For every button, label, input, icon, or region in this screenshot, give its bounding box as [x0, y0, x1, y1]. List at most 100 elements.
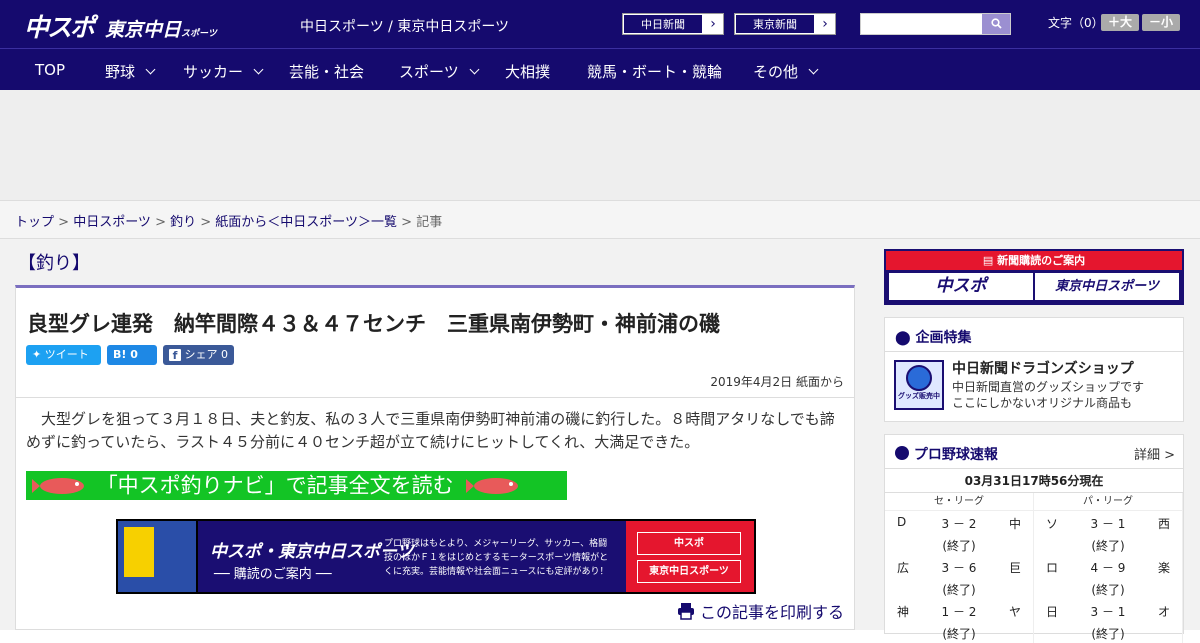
subscription-header: ▤ 新聞購読のご案内 [886, 251, 1182, 270]
feature-title: 企画特集 [915, 330, 972, 346]
central-games: D3 － 2 中 (終了) 広3 － 6 巨 (終了) 神1 － 2 ヤ (終了) [885, 511, 1034, 643]
breadcrumb-separator: > [397, 215, 417, 230]
away-team: 巨 [1008, 561, 1021, 575]
site-logo[interactable]: 中スポ 東京中日スポーツ [24, 8, 217, 44]
nav-label: 野球 [105, 63, 136, 81]
chevron-down-icon [808, 64, 819, 75]
nav-item-soccer[interactable]: サッカー [183, 61, 264, 82]
article-body: 大型グレを狙って３月１８日、夫と釣友、私の３人で三重県南伊勢町神前浦の磯に釣行し… [15, 398, 855, 630]
dragons-shop-image[interactable]: グッズ販売中 [894, 360, 944, 410]
nav-label: 競馬・ボート・競輪 [587, 63, 723, 81]
ribbon-icon: ⬤ [895, 330, 911, 346]
nav-label: サッカー [183, 63, 244, 81]
game-row[interactable]: ロ4 － 9 楽 (終了) [1034, 555, 1182, 599]
nav-label: 大相撲 [505, 63, 551, 81]
games-grid: D3 － 2 中 (終了) 広3 － 6 巨 (終了) 神1 － 2 ヤ (終了) ソ3 －… [885, 511, 1183, 643]
baseball-scores-box: プロ野球速報 詳細 > 03月31日17時56分現在 セ・リーグ パ・リーグ D3 … [884, 434, 1184, 643]
mascot-icon [906, 365, 932, 391]
nav-label: TOP [35, 61, 66, 79]
league-headers: セ・リーグ パ・リーグ [885, 493, 1183, 511]
search-box [860, 13, 1011, 35]
pacific-league-label: パ・リーグ [1034, 493, 1183, 510]
newspaper-image [124, 527, 154, 577]
search-input[interactable] [863, 15, 981, 33]
game-row[interactable]: 広3 － 6 巨 (終了) [885, 555, 1033, 599]
nav-label: その他 [753, 63, 799, 81]
subscribe-tokyo-button[interactable]: 東京中日スポーツ [1035, 273, 1179, 300]
game-row[interactable]: D3 － 2 中 (終了) [885, 511, 1033, 555]
breadcrumb-separator: > [150, 215, 171, 230]
search-button[interactable] [982, 14, 1010, 34]
ad-area [0, 90, 1200, 200]
breadcrumb-current: 記事 [416, 215, 443, 230]
away-team: 楽 [1157, 561, 1170, 575]
fishing-navi-link[interactable]: 「中スポ釣りナビ」で記事全文を読む [26, 471, 567, 500]
tweet-button[interactable]: ✦ ツイート [26, 345, 101, 365]
font-size-down-button[interactable]: －小 [1142, 14, 1180, 31]
subscription-banner[interactable]: 中スポ・東京中日スポーツ ── 購読のご案内 ── プロ野球はもとより、メジャー… [116, 519, 756, 594]
breadcrumb-separator: > [54, 215, 74, 230]
breadcrumb-link-fishing[interactable]: 釣り [170, 215, 196, 230]
game-row[interactable]: 日3 － 1 オ (終了) [1034, 599, 1182, 643]
nav-item-top[interactable]: TOP [35, 61, 65, 79]
subscription-box: ▤ 新聞購読のご案内 中スポ 東京中日スポーツ [884, 249, 1184, 305]
newspaper-icon: ▤ [982, 254, 994, 267]
nav-item-other[interactable]: その他 [753, 61, 819, 82]
breadcrumb-separator: > [196, 215, 216, 230]
breadcrumb: トップ > 中日スポーツ > 釣り > 紙面から＜中日スポーツ＞一覧 > 記事 [0, 200, 1200, 239]
baseball-icon [895, 446, 909, 460]
breadcrumb-link-list[interactable]: 紙面から＜中日スポーツ＞一覧 [215, 215, 397, 230]
game-status: (終了) [1091, 627, 1125, 641]
logo-sports: スポーツ [181, 29, 217, 39]
game-status: (終了) [1091, 583, 1125, 597]
tokyo-shimbun-button[interactable]: 東京新聞 › [734, 13, 836, 35]
scores-timestamp: 03月31日17時56分現在 [885, 469, 1183, 493]
article-headline: 良型グレ連発 納竿間際４３＆４７センチ 三重県南伊勢町・神前浦の磯 [27, 312, 720, 336]
breadcrumb-link-top[interactable]: トップ [15, 215, 54, 230]
dragons-shop-title[interactable]: 中日新聞ドラゴンズショップ [952, 358, 1134, 378]
font-size-up-button[interactable]: ＋大 [1101, 14, 1139, 31]
baseball-more-link[interactable]: 詳細 > [1134, 444, 1175, 463]
subscribe-chuspo-button[interactable]: 中スポ [889, 273, 1033, 300]
away-team: オ [1157, 605, 1170, 619]
main-nav: TOP 野球 サッカー 芸能・社会 スポーツ 大相撲 競馬・ボート・競輪 その他 [0, 48, 1200, 90]
sidebar: ▤ 新聞購読のご案内 中スポ 東京中日スポーツ ⬤ 企画特集 グッズ販売中 中日… [870, 239, 1200, 643]
feature-box: ⬤ 企画特集 グッズ販売中 中日新聞ドラゴンズショップ 中日新聞直営のグッズショ… [884, 317, 1184, 422]
nav-item-sports[interactable]: スポーツ [399, 61, 480, 82]
game-status: (終了) [942, 627, 976, 641]
fish-icon [466, 478, 519, 494]
game-status: (終了) [942, 539, 976, 553]
hatena-label: B! 0 [113, 348, 138, 361]
banner-subtitle: ── 購読のご案内 ── [214, 567, 332, 582]
hatena-button[interactable]: B! 0 [107, 345, 157, 365]
site-name: 中日スポーツ / 東京中日スポーツ [300, 19, 510, 35]
printer-icon [677, 603, 694, 620]
nav-item-baseball[interactable]: 野球 [105, 61, 156, 82]
chunichi-shimbun-button[interactable]: 中日新聞 › [622, 13, 724, 35]
chevron-down-icon [253, 64, 264, 75]
away-team: 西 [1157, 517, 1170, 531]
breadcrumb-link-chunichi-sports[interactable]: 中日スポーツ [73, 215, 151, 230]
feature-header: ⬤ 企画特集 [885, 318, 1183, 352]
nav-item-entertainment[interactable]: 芸能・社会 [289, 61, 364, 82]
print-link[interactable]: この記事を印刷する [677, 599, 844, 623]
article-date: 2019年4月2日 紙面から [710, 375, 844, 389]
search-icon [990, 18, 1002, 29]
chevron-down-icon [469, 64, 480, 75]
pacific-games: ソ3 － 1 西 (終了) ロ4 － 9 楽 (終了) 日3 － 1 オ (終了) [1034, 511, 1183, 643]
top-bar: 中スポ 東京中日スポーツ 中日スポーツ / 東京中日スポーツ 中日新聞 › 東京新聞… [0, 0, 1200, 48]
newspaper-thumbnail [118, 521, 198, 592]
dragons-shop-desc: 中日新聞直営のグッズショップです ここにしかないオリジナル商品も [952, 379, 1144, 411]
main-column: 【釣り】 良型グレ連発 納竿間際４３＆４７センチ 三重県南伊勢町・神前浦の磯 ✦… [0, 239, 870, 630]
game-row[interactable]: 神1 － 2 ヤ (終了) [885, 599, 1033, 643]
banner-chuspo-button[interactable]: 中スポ [637, 532, 741, 555]
game-row[interactable]: ソ3 － 1 西 (終了) [1034, 511, 1182, 555]
font-size-label: 文字（0） [1048, 16, 1104, 30]
category-label: 【釣り】 [18, 253, 90, 274]
chevron-right-icon: › [710, 16, 716, 32]
banner-tokyo-button[interactable]: 東京中日スポーツ [637, 560, 741, 583]
nav-item-sumo[interactable]: 大相撲 [505, 61, 550, 82]
logo-chuspo: 中スポ [24, 13, 95, 42]
facebook-share-button[interactable]: f シェア 0 [163, 345, 234, 365]
nav-item-racing[interactable]: 競馬・ボート・競輪 [587, 61, 722, 82]
